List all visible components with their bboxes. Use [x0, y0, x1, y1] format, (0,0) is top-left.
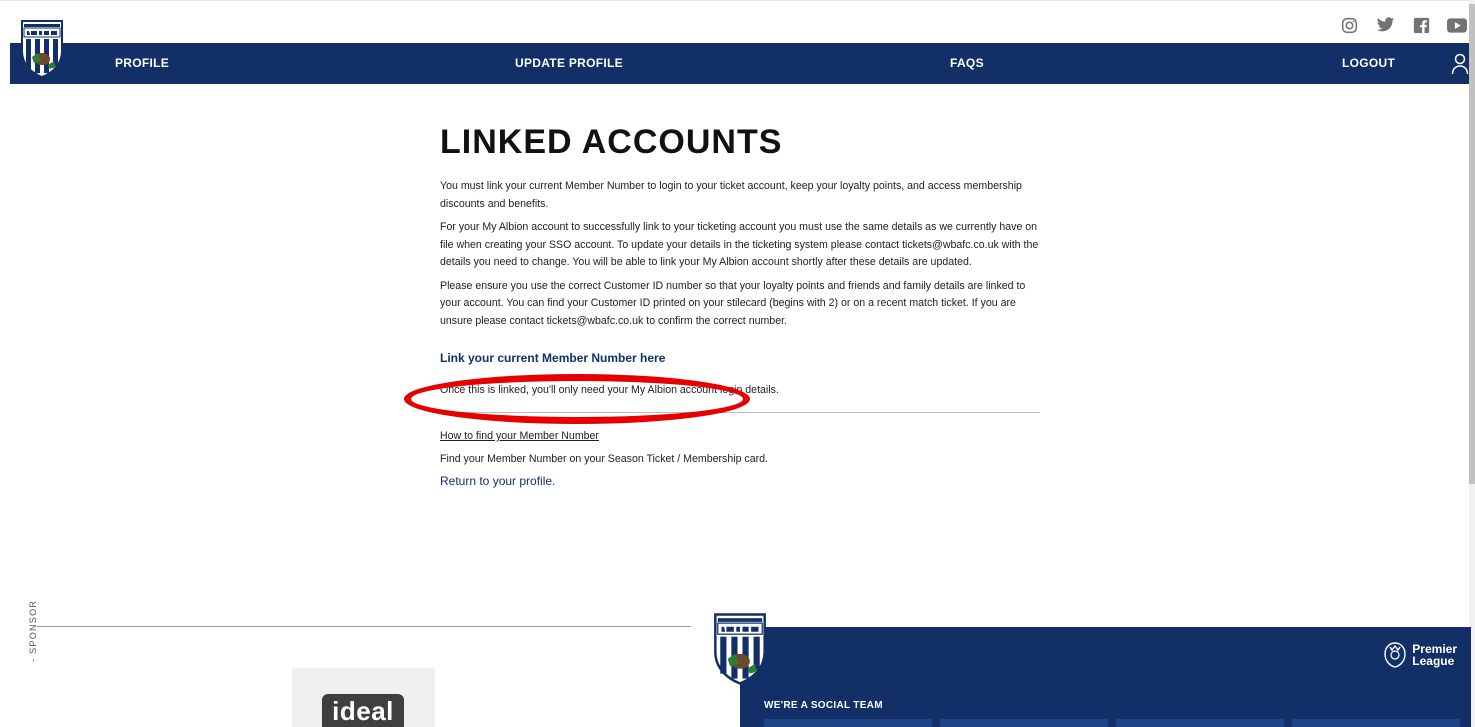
- nav-update-profile[interactable]: UPDATE PROFILE: [515, 43, 623, 84]
- intro-paragraph: You must link your current Member Number…: [440, 180, 1022, 210]
- how-to-find-member-number-link[interactable]: How to find your Member Number: [440, 430, 599, 442]
- youtube-icon[interactable]: [1447, 15, 1467, 35]
- link-member-number-link[interactable]: Link your current Member Number here: [440, 351, 665, 365]
- twitter-icon[interactable]: [1375, 15, 1395, 35]
- return-to-profile-link[interactable]: Return to your profile.: [440, 474, 555, 488]
- nav-faqs[interactable]: FAQS: [950, 43, 984, 84]
- social-tiles: [764, 719, 1460, 727]
- footer-club-crest[interactable]: [710, 612, 770, 686]
- social-team-heading: WE'RE A SOCIAL TEAM: [764, 700, 883, 711]
- scrollbar-thumb[interactable]: [1469, 4, 1475, 484]
- facebook-icon[interactable]: [1411, 15, 1431, 35]
- page-title: LINKED ACCOUNTS: [440, 123, 783, 161]
- page-scrollbar[interactable]: [1469, 0, 1475, 727]
- league-name-line2: League: [1412, 654, 1455, 668]
- club-crest-logo[interactable]: [18, 19, 66, 79]
- social-tile[interactable]: [940, 719, 1108, 727]
- sponsor-label: - SPONSOR: [28, 599, 38, 662]
- social-tile[interactable]: [1292, 719, 1460, 727]
- instagram-icon[interactable]: [1339, 15, 1359, 35]
- social-tile[interactable]: [764, 719, 932, 727]
- user-icon[interactable]: [1451, 53, 1469, 75]
- top-bar: [0, 0, 1475, 43]
- footer-divider: [37, 626, 691, 627]
- once-linked-note: Once this is linked, you'll only need yo…: [440, 384, 779, 396]
- footer-social-panel: Premier League WE'RE A SOCIAL TEAM: [740, 627, 1471, 727]
- find-member-number-text: Find your Member Number on your Season T…: [440, 453, 768, 465]
- content-divider: [440, 412, 1040, 413]
- lion-icon: [1384, 642, 1406, 668]
- social-links: [1339, 15, 1467, 35]
- main-navigation: PROFILE UPDATE PROFILE FAQS LOGOUT: [10, 43, 1475, 84]
- linked-accounts-content: LINKED ACCOUNTS You must link your curre…: [440, 120, 1042, 490]
- customer-id-paragraph: Please ensure you use the correct Custom…: [440, 279, 1026, 327]
- sponsor-logo[interactable]: ideal: [322, 694, 404, 727]
- nav-profile[interactable]: PROFILE: [115, 43, 169, 84]
- premier-league-logo[interactable]: Premier League: [1382, 641, 1457, 669]
- nav-logout[interactable]: LOGOUT: [1342, 43, 1395, 84]
- social-tile[interactable]: [1116, 719, 1284, 727]
- ticketing-details-paragraph: For your My Albion account to successful…: [440, 221, 1039, 268]
